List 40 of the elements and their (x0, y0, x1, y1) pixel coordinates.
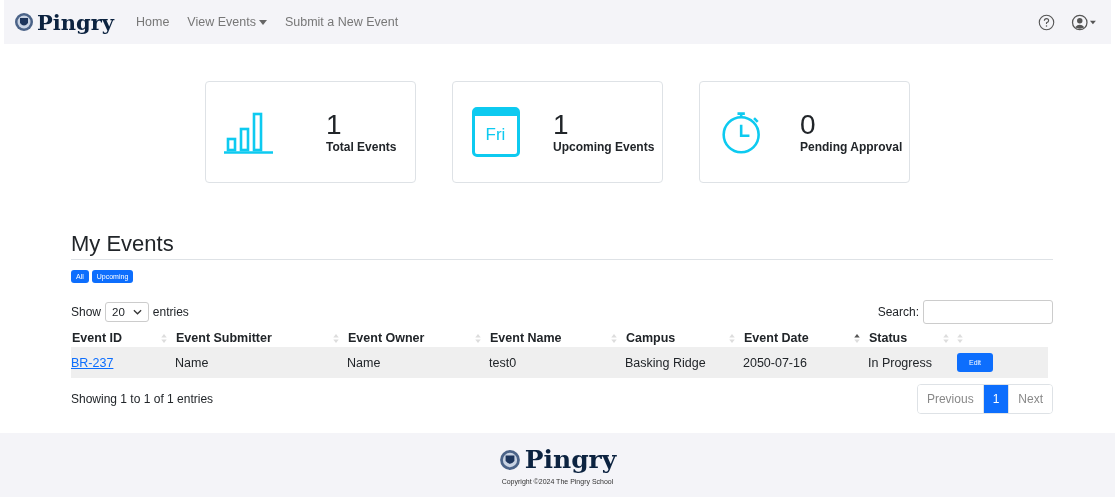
pagination-button[interactable]: 1 (982, 385, 1009, 413)
search-label: Search: (877, 305, 919, 319)
brand-logo-text[interactable]: Pingry (37, 9, 114, 35)
crest-icon (14, 12, 34, 32)
nav-link[interactable]: Submit a New Event (284, 15, 399, 29)
entries-select[interactable]: 20 (105, 302, 149, 322)
nav-link[interactable]: View Events (187, 15, 267, 29)
entries-label: entries (152, 305, 189, 319)
table-cell: Name (347, 355, 381, 370)
column-header[interactable]: Status (868, 331, 908, 345)
help-icon[interactable] (1038, 13, 1055, 31)
stat-label: Total Events (326, 140, 397, 154)
column-header[interactable]: Event ID (71, 331, 122, 345)
table-cell: Basking Ridge (625, 355, 706, 370)
sort-icon[interactable] (854, 332, 860, 344)
nav-link[interactable]: Home (136, 15, 170, 29)
stat-value: 0 (800, 110, 817, 140)
column-header[interactable]: Event Date (743, 331, 809, 345)
column-header[interactable]: Event Submitter (175, 331, 272, 345)
crest-icon (498, 448, 521, 471)
column-header[interactable]: Campus (625, 331, 676, 345)
table-cell: In Progress (868, 355, 932, 370)
column-header[interactable]: Event Owner (347, 331, 425, 345)
stat-label: Upcoming Events (553, 140, 655, 154)
search-field[interactable] (923, 300, 1053, 324)
table-info: Showing 1 to 1 of 1 entries (71, 392, 214, 406)
table-cell: 2050-07-16 (743, 355, 807, 370)
chevron-down-icon (132, 309, 142, 315)
calendar-icon: Fri (471, 107, 520, 157)
stat-value: 1 (326, 110, 343, 140)
column-header[interactable]: Event Name (489, 331, 562, 345)
table-cell: Name (175, 355, 209, 370)
stat-value: 1 (553, 110, 570, 140)
section-title: My Events (71, 231, 1053, 260)
table-cell: test0 (489, 355, 517, 370)
caret-icon (258, 19, 267, 25)
stat-label: Pending Approval (800, 140, 903, 154)
footer-logo-text: Pingry (524, 445, 617, 474)
user-avatar-icon[interactable] (1071, 13, 1097, 31)
show-label: Show (71, 305, 102, 319)
